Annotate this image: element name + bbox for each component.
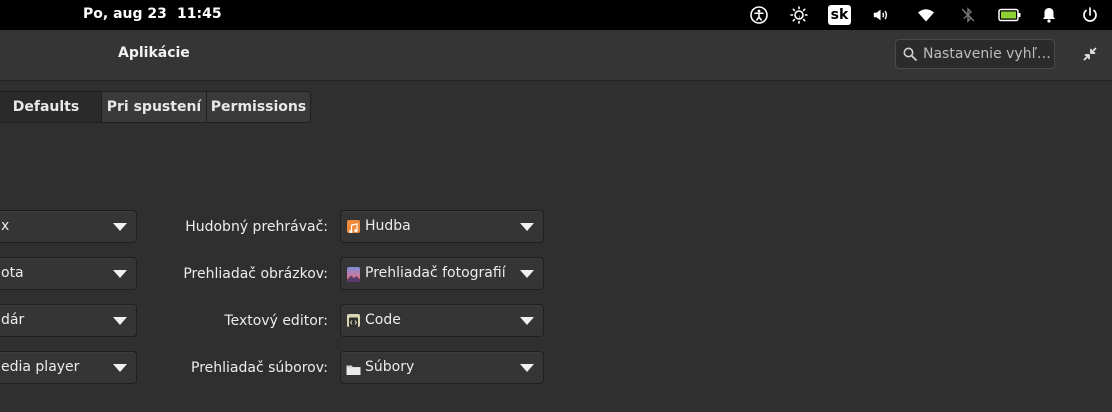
dropdown-value: dár <box>1 312 25 328</box>
music-player-label: Hudobný prehrávač: <box>185 219 328 235</box>
volume-icon[interactable] <box>872 6 890 24</box>
dropdown-value: Súbory <box>365 359 415 375</box>
chevron-down-icon <box>520 270 534 278</box>
power-icon[interactable] <box>1081 6 1099 24</box>
dropdown-value: Code <box>365 312 401 328</box>
tab-startup[interactable]: Pri spustení <box>101 92 206 122</box>
text-editor-label: Textový editor: <box>224 313 328 329</box>
wifi-icon[interactable] <box>917 6 935 24</box>
battery-icon[interactable] <box>998 6 1022 24</box>
music-player-dropdown[interactable]: Hudba <box>340 210 544 243</box>
file-browser-dropdown[interactable]: Súbory <box>340 351 544 384</box>
top-panel: Po, aug 23 11:45 sk <box>0 0 1112 30</box>
dropdown-value: Hudba <box>365 218 411 234</box>
panel-date[interactable]: Po, aug 23 <box>83 6 167 22</box>
image-viewer-dropdown[interactable]: Prehliadač fotografií <box>340 257 544 290</box>
photos-app-icon <box>347 267 360 282</box>
music-app-icon <box>347 220 360 233</box>
chevron-down-icon <box>520 223 534 231</box>
dropdown-value: edia player <box>1 359 80 375</box>
image-viewer-label: Prehliadač obrázkov: <box>183 266 328 282</box>
file-browser-label: Prehliadač súborov: <box>191 360 328 376</box>
code-app-icon <box>347 314 360 328</box>
text-editor-dropdown[interactable]: Code <box>340 304 544 337</box>
tab-permissions[interactable]: Permissions <box>206 92 310 122</box>
search-icon <box>903 47 917 61</box>
keyboard-layout-indicator[interactable]: sk <box>828 5 851 25</box>
chevron-down-icon <box>520 317 534 325</box>
panel-time[interactable]: 11:45 <box>177 6 222 22</box>
dropdown-value: x <box>1 218 10 234</box>
bluetooth-off-icon[interactable] <box>959 6 977 24</box>
dropdown-value: Prehliadač fotografií <box>365 265 506 281</box>
dropdown-value: ota <box>1 265 24 281</box>
notifications-icon[interactable] <box>1040 6 1058 24</box>
restore-window-icon[interactable] <box>1083 47 1097 61</box>
accessibility-icon[interactable] <box>750 6 768 24</box>
tab-defaults[interactable]: Defaults <box>0 92 101 122</box>
search-field[interactable] <box>895 39 1055 69</box>
chevron-down-icon <box>520 364 534 372</box>
folder-app-icon <box>346 361 361 375</box>
night-light-icon[interactable] <box>790 6 808 24</box>
page-title: Aplikácie <box>118 45 190 61</box>
stack-switcher: Defaults Pri spustení Permissions <box>0 91 311 123</box>
search-input[interactable] <box>923 44 1051 64</box>
header-bar: Aplikácie <box>0 30 1112 81</box>
